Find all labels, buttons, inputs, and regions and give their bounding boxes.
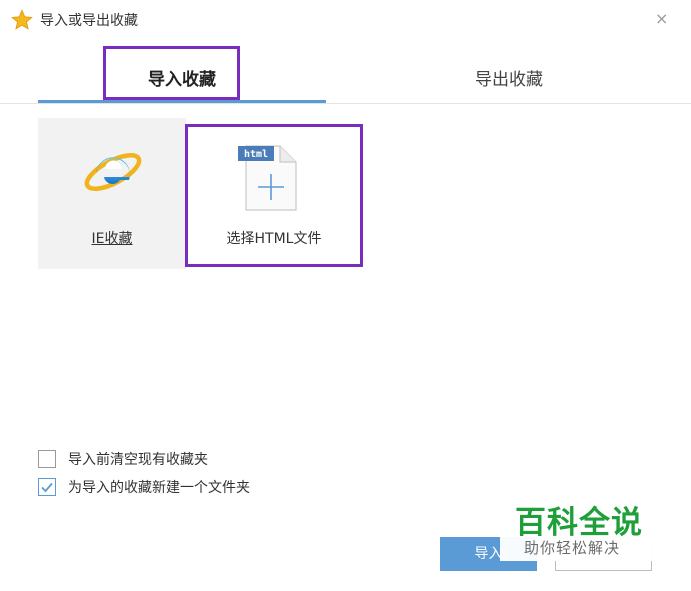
clear-favorites-checkbox[interactable] (38, 450, 56, 468)
star-icon (11, 9, 33, 30)
select-html-file-option[interactable]: html 选择HTML文件 (188, 118, 360, 269)
close-icon[interactable]: × (655, 9, 668, 28)
title-bar: 导入或导出收藏 × (0, 0, 691, 40)
watermark-subtitle: 助你轻松解决 (524, 539, 621, 557)
checkmark-icon (41, 482, 53, 493)
new-folder-checkbox[interactable] (38, 478, 56, 496)
ie-favorites-option[interactable]: IE收藏 (38, 118, 186, 269)
html-file-add-icon: html (238, 145, 297, 211)
watermark: 百科全说 助你轻松解决 (500, 495, 660, 561)
window-title: 导入或导出收藏 (40, 13, 138, 29)
html-badge: html (244, 149, 268, 160)
watermark-title: 百科全说 (515, 505, 643, 541)
tab-export-favorites[interactable]: 导出收藏 (365, 60, 653, 100)
ie-browser-icon (84, 153, 142, 191)
clear-favorites-option[interactable]: 导入前清空现有收藏夹 (38, 448, 208, 470)
tab-import-favorites[interactable]: 导入收藏 (38, 60, 326, 100)
ie-favorites-label: IE收藏 (91, 231, 133, 247)
new-folder-option[interactable]: 为导入的收藏新建一个文件夹 (38, 476, 250, 498)
select-html-file-label: 选择HTML文件 (226, 231, 322, 247)
tab-bar: 导入收藏 导出收藏 (0, 60, 691, 104)
tab-divider (0, 103, 691, 104)
clear-favorites-label: 导入前清空现有收藏夹 (68, 452, 208, 468)
new-folder-label: 为导入的收藏新建一个文件夹 (68, 480, 250, 496)
